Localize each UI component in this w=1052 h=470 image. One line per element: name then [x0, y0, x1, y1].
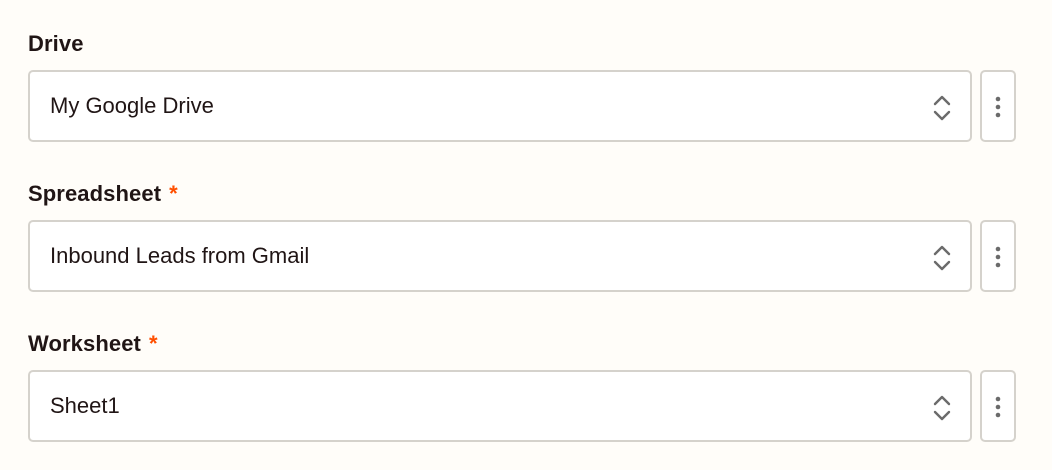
- drive-select[interactable]: My Google Drive: [28, 70, 972, 142]
- field-worksheet: Worksheet * Sheet1: [28, 330, 1016, 442]
- chevron-updown-icon: [933, 245, 951, 271]
- worksheet-select[interactable]: Sheet1: [28, 370, 972, 442]
- drive-select-value: My Google Drive: [50, 93, 214, 118]
- required-indicator: *: [169, 181, 178, 206]
- spreadsheet-select[interactable]: Inbound Leads from Gmail: [28, 220, 972, 292]
- field-row-worksheet: Sheet1: [28, 370, 1016, 442]
- field-label-text: Drive: [28, 31, 84, 56]
- field-row-drive: My Google Drive: [28, 70, 1016, 142]
- field-spreadsheet: Spreadsheet * Inbound Leads from Gmail: [28, 180, 1016, 292]
- field-label-text: Worksheet: [28, 331, 141, 356]
- field-label-drive: Drive: [28, 30, 1016, 58]
- field-label-worksheet: Worksheet *: [28, 330, 1016, 358]
- chevron-updown-icon: [933, 395, 951, 421]
- worksheet-options-button[interactable]: [980, 370, 1016, 442]
- spreadsheet-select-value: Inbound Leads from Gmail: [50, 243, 310, 268]
- required-indicator: *: [148, 331, 158, 356]
- worksheet-select-value: Sheet1: [50, 393, 120, 418]
- field-label-spreadsheet: Spreadsheet *: [28, 180, 1016, 208]
- field-label-text: Spreadsheet: [28, 181, 162, 206]
- more-vertical-icon: [995, 246, 1001, 268]
- spreadsheet-options-button[interactable]: [980, 220, 1016, 292]
- more-vertical-icon: [995, 396, 1001, 418]
- field-drive: Drive My Google Drive: [28, 30, 1016, 142]
- more-vertical-icon: [995, 96, 1001, 118]
- drive-options-button[interactable]: [980, 70, 1016, 142]
- field-row-spreadsheet: Inbound Leads from Gmail: [28, 220, 1016, 292]
- chevron-updown-icon: [933, 95, 951, 121]
